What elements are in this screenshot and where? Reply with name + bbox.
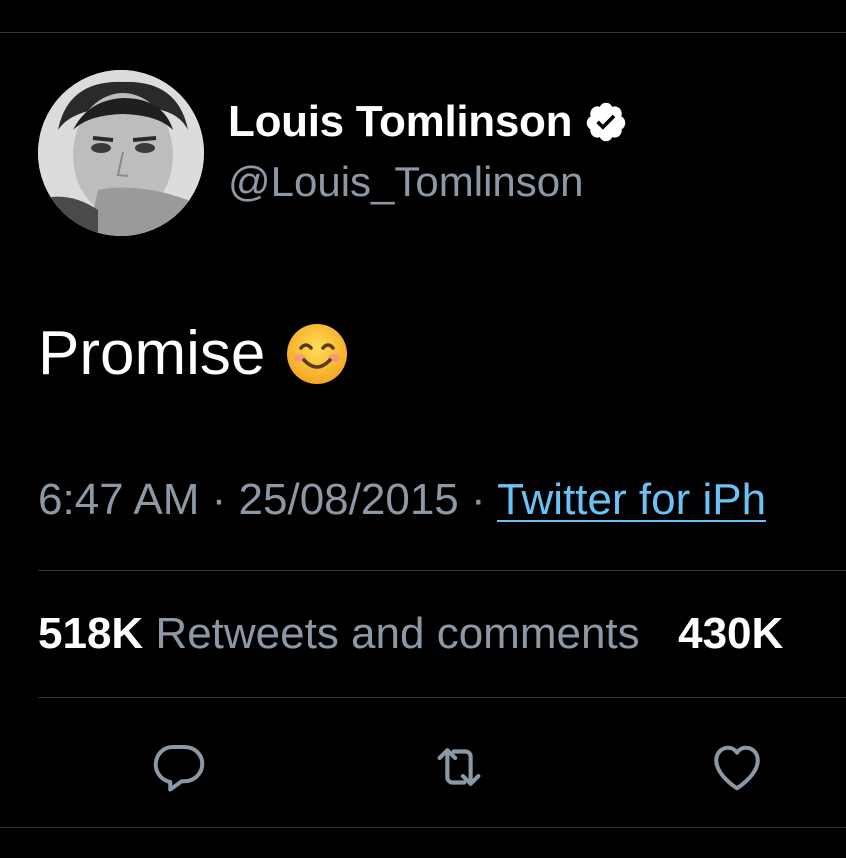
tweet-meta: 6:47 AM · 25/08/2015 · Twitter for iPh — [38, 474, 766, 526]
tweet-stats: 518K Retweets and comments 430K — [38, 608, 783, 660]
author-name-row[interactable]: Louis Tomlinson — [228, 96, 628, 148]
meta-separator: · — [199, 475, 239, 524]
reply-button[interactable] — [148, 736, 210, 798]
meta-separator-2: · — [458, 475, 498, 524]
avatar[interactable] — [38, 70, 204, 236]
tweet-source-link[interactable]: Twitter for iPh — [497, 475, 766, 524]
likes-count[interactable]: 430K — [678, 609, 783, 658]
like-icon — [714, 745, 760, 791]
top-divider — [0, 32, 846, 33]
author-handle[interactable]: @Louis_Tomlinson — [228, 156, 583, 208]
like-button[interactable] — [706, 736, 768, 798]
retweet-button[interactable] — [428, 736, 490, 798]
meta-divider — [38, 570, 846, 571]
tweet-time[interactable]: 6:47 AM — [38, 475, 199, 524]
retweet-icon — [437, 748, 481, 786]
bottom-divider — [0, 827, 846, 828]
stats-divider — [38, 697, 846, 698]
tweet-text: Promise — [38, 319, 266, 388]
tweet-body: Promise — [38, 318, 349, 390]
verified-badge-icon — [584, 100, 628, 144]
reply-icon — [153, 745, 205, 792]
tweet-date[interactable]: 25/08/2015 — [239, 475, 459, 524]
retweets-label[interactable]: Retweets and comments — [155, 609, 639, 658]
display-name[interactable]: Louis Tomlinson — [228, 96, 573, 148]
profile-photo-icon — [38, 70, 204, 236]
retweets-count[interactable]: 518K — [38, 609, 143, 658]
smiling-face-emoji-icon — [285, 322, 349, 386]
